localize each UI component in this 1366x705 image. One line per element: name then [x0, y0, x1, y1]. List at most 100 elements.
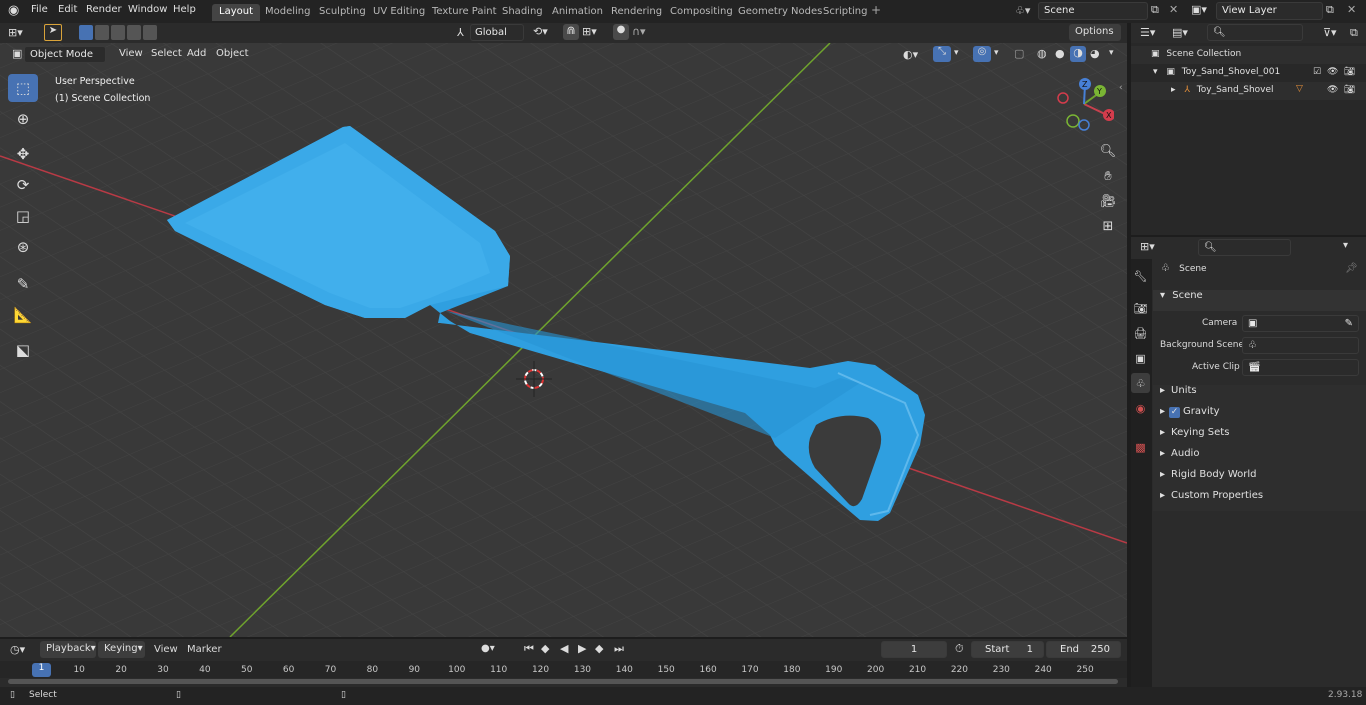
- menu-view[interactable]: View: [113, 46, 149, 61]
- tab-compositing[interactable]: Compositing: [663, 4, 740, 21]
- new-scene-icon[interactable]: ⧉: [1151, 3, 1159, 17]
- delete-view-layer-icon[interactable]: ✕: [1347, 3, 1356, 16]
- solid-shading-icon[interactable]: ●: [1055, 47, 1065, 60]
- world-tab-icon[interactable]: ◉: [1131, 398, 1150, 418]
- panel-units[interactable]: ▸ Units: [1153, 385, 1366, 406]
- display-mode-icon[interactable]: ▤▾: [1172, 26, 1188, 39]
- add-cube-tool-icon[interactable]: ⬕: [8, 336, 38, 364]
- play-reverse-icon[interactable]: ◀: [560, 642, 568, 655]
- background-scene-field[interactable]: ♧: [1242, 337, 1359, 354]
- tab-modeling[interactable]: Modeling: [258, 4, 318, 21]
- add-workspace-button[interactable]: +: [871, 3, 881, 17]
- outliner-row-collection[interactable]: ▾ ▣ Toy_Sand_Shovel_001 ☑ 👁︎ 📷︎: [1131, 64, 1366, 82]
- pan-hand-icon[interactable]: ✋︎: [1096, 165, 1120, 187]
- xray-icon[interactable]: ▢: [1014, 47, 1024, 60]
- render-camera-icon[interactable]: 📷︎: [1344, 67, 1355, 77]
- editor-type-icon[interactable]: ⊞▾: [8, 26, 23, 39]
- transform-tool-icon[interactable]: ⊛: [8, 233, 38, 261]
- tab-texture-paint[interactable]: Texture Paint: [425, 4, 504, 21]
- panel-gravity[interactable]: ▸ ✓ Gravity: [1153, 406, 1366, 427]
- end-frame-field[interactable]: End 250: [1046, 641, 1121, 658]
- playback-dropdown[interactable]: Playback▾: [40, 641, 96, 658]
- zoom-icon[interactable]: 🔍︎: [1096, 140, 1120, 162]
- mesh-data-icon[interactable]: ▽: [1296, 84, 1303, 94]
- tool-tab-icon[interactable]: 🔧︎: [1131, 266, 1150, 286]
- outliner-row-object[interactable]: ▸ ⅄ Toy_Sand_Shovel ▽ 👁︎ 📷︎: [1131, 82, 1366, 100]
- overlays-dropdown-icon[interactable]: ▾: [994, 48, 999, 58]
- expand-arrow-icon[interactable]: ▾: [1153, 67, 1158, 77]
- visibility-eye-icon[interactable]: 👁︎: [1327, 85, 1338, 95]
- scene-tab-icon[interactable]: ♧: [1131, 373, 1150, 393]
- menu-render[interactable]: Render: [86, 4, 122, 15]
- view-layer-tab-icon[interactable]: ▣: [1131, 348, 1150, 368]
- menu-add[interactable]: Add: [181, 46, 212, 61]
- navigation-gizmo[interactable]: X Y Z: [1054, 77, 1114, 137]
- pin-icon[interactable]: 📌︎: [1345, 263, 1358, 274]
- timeline-scrollbar[interactable]: [8, 679, 1118, 684]
- prev-keyframe-icon[interactable]: ◆: [541, 642, 549, 655]
- scene-icon[interactable]: ♧▾: [1015, 4, 1030, 17]
- view-layer-icon[interactable]: ▣▾: [1191, 3, 1207, 16]
- tab-sculpting[interactable]: Sculpting: [312, 4, 373, 21]
- tab-shading[interactable]: Shading: [495, 4, 550, 21]
- gizmo-toggle-icon[interactable]: ⤡: [933, 46, 951, 62]
- material-shading-icon[interactable]: ◑: [1070, 46, 1086, 62]
- properties-options-icon[interactable]: ▾: [1343, 240, 1348, 251]
- exclude-checkbox[interactable]: ☑: [1313, 67, 1321, 77]
- tab-uv-editing[interactable]: UV Editing: [366, 4, 432, 21]
- active-clip-field[interactable]: 🎬︎: [1242, 359, 1359, 376]
- visibility-icon[interactable]: ◐▾: [903, 48, 918, 61]
- render-camera-icon[interactable]: 📷︎: [1344, 85, 1355, 95]
- panel-rigid-body-world[interactable]: ▸ Rigid Body World: [1153, 469, 1366, 490]
- panel-custom-properties[interactable]: ▸ Custom Properties: [1153, 490, 1366, 511]
- panel-scene-header[interactable]: ▾ Scene: [1153, 290, 1366, 311]
- proportional-edit-icon[interactable]: ●: [613, 24, 629, 40]
- shading-dropdown-icon[interactable]: ▾: [1109, 48, 1114, 58]
- menu-file[interactable]: File: [31, 4, 48, 15]
- viewport-editor-icon[interactable]: ▣: [12, 47, 22, 60]
- properties-editor-icon[interactable]: ⊞▾: [1140, 240, 1155, 253]
- select-mode-extend-icon[interactable]: [95, 25, 109, 40]
- tab-animation[interactable]: Animation: [545, 4, 610, 21]
- current-frame-field[interactable]: 1: [881, 641, 947, 658]
- properties-search[interactable]: 🔍︎: [1198, 239, 1291, 256]
- select-mode-invert-icon[interactable]: [127, 25, 141, 40]
- sidebar-toggle-icon[interactable]: ‹: [1119, 83, 1123, 93]
- rendered-shading-icon[interactable]: ◕: [1090, 47, 1100, 60]
- new-collection-icon[interactable]: ⧉: [1350, 26, 1358, 40]
- options-dropdown[interactable]: Options: [1069, 24, 1121, 41]
- start-frame-field[interactable]: Start 1: [971, 641, 1044, 658]
- timeline-marker-menu[interactable]: Marker: [187, 644, 222, 655]
- menu-object[interactable]: Object: [210, 46, 255, 61]
- blender-logo-icon[interactable]: ◉: [8, 3, 19, 18]
- wireframe-shading-icon[interactable]: ◍: [1037, 47, 1047, 60]
- annotate-tool-icon[interactable]: ✎: [8, 270, 38, 298]
- view-layer-field[interactable]: View Layer: [1216, 2, 1323, 20]
- expand-arrow-icon[interactable]: ▸: [1171, 85, 1176, 95]
- panel-audio[interactable]: ▸ Audio: [1153, 448, 1366, 469]
- jump-end-icon[interactable]: ⏭: [614, 642, 624, 656]
- delete-scene-icon[interactable]: ✕: [1169, 3, 1178, 16]
- select-box-tool-icon[interactable]: ⬚: [8, 74, 38, 102]
- orientation-dropdown[interactable]: Global: [470, 24, 524, 41]
- tab-geometry-nodes[interactable]: Geometry Nodes: [731, 4, 829, 21]
- snap-target-icon[interactable]: ⊞▾: [582, 25, 597, 38]
- outliner-row-scene-collection[interactable]: ▣ Scene Collection: [1131, 46, 1366, 64]
- keying-dropdown[interactable]: Keying▾: [98, 641, 145, 658]
- snap-icon[interactable]: ⋒: [563, 24, 579, 40]
- collection-tab-icon[interactable]: ▩: [1131, 437, 1150, 457]
- select-mode-subtract-icon[interactable]: [111, 25, 125, 40]
- orientation-icon[interactable]: ⅄: [457, 26, 464, 39]
- record-icon[interactable]: ●▾: [481, 643, 495, 654]
- scale-tool-icon[interactable]: ◲: [8, 202, 38, 230]
- pivot-icon[interactable]: ⟲▾: [533, 25, 548, 38]
- outliner-editor-icon[interactable]: ☰▾: [1140, 26, 1155, 39]
- gravity-checkbox[interactable]: ✓: [1169, 407, 1181, 418]
- timeline-editor-icon[interactable]: ◷▾: [10, 643, 25, 656]
- select-mode-new-icon[interactable]: [79, 25, 93, 40]
- render-tab-icon[interactable]: 📷︎: [1131, 298, 1150, 318]
- new-view-layer-icon[interactable]: ⧉: [1326, 3, 1334, 17]
- perspective-grid-icon[interactable]: ⊞: [1096, 215, 1120, 237]
- playhead-frame-badge[interactable]: 1: [32, 663, 51, 677]
- move-tool-icon[interactable]: ✥: [8, 140, 38, 168]
